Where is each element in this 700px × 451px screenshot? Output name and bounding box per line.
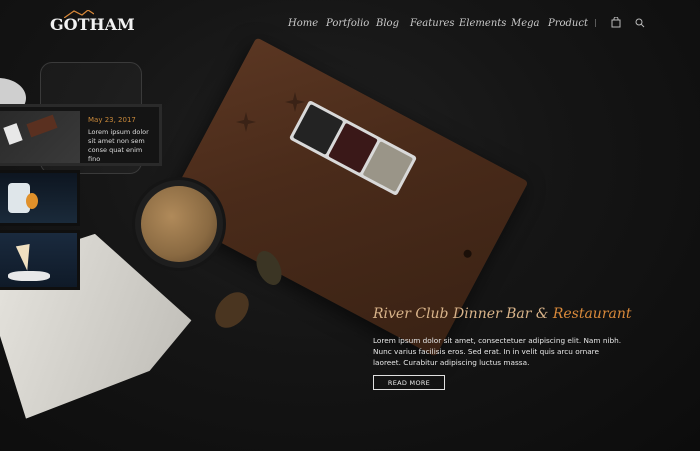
cart-icon[interactable]: [610, 17, 622, 29]
bay-leaf-image: [208, 285, 256, 335]
nav-item-home[interactable]: Home: [288, 18, 318, 29]
nav-item-blog[interactable]: Blog: [376, 18, 399, 29]
star-anise-image: [236, 112, 256, 132]
nav-item-mega[interactable]: Mega: [511, 18, 540, 29]
search-icon[interactable]: [634, 17, 646, 29]
post-excerpt: Lorem ipsum dolor sit amet non sem conse…: [88, 128, 149, 163]
hero-title: River Club Dinner Bar & Restaurant: [373, 306, 632, 322]
logo-roof-icon: [64, 10, 94, 18]
post-thumbnail: [0, 111, 80, 163]
nav-item-elements[interactable]: Elements: [459, 18, 506, 29]
nav-item-portfolio[interactable]: Portfolio: [326, 18, 369, 29]
nav-item-product[interactable]: Product: [548, 18, 588, 29]
recent-post-card[interactable]: May 23, 2017 Lorem ipsum dolor sit amet …: [0, 104, 162, 166]
gallery-thumb-dessert[interactable]: [0, 230, 80, 290]
hero-description: Lorem ipsum dolor sit amet, consectetuer…: [373, 336, 622, 367]
hero-title-main: River Club Dinner Bar &: [373, 306, 553, 322]
nav-item-features[interactable]: Features: [410, 18, 455, 29]
star-anise-image: [285, 92, 305, 112]
hero-title-accent: Restaurant: [552, 306, 632, 322]
hero-slider: GOTHAM Home Portfolio Blog Features Elem…: [0, 0, 700, 451]
read-more-button[interactable]: READ MORE: [373, 375, 445, 390]
nav-divider: [595, 19, 596, 27]
logo[interactable]: GOTHAM: [50, 10, 135, 34]
post-date: May 23, 2017: [88, 116, 136, 124]
gallery-thumb-drink[interactable]: [0, 170, 80, 226]
pepper-bowl-image: [135, 180, 223, 268]
